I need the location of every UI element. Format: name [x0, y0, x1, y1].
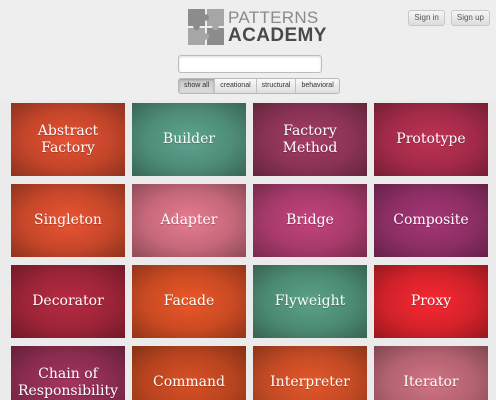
puzzle-logo-icon [188, 9, 224, 45]
pattern-tile-label: Builder [162, 131, 216, 147]
search-input[interactable] [178, 55, 322, 73]
pattern-tile-command[interactable]: Command [132, 346, 246, 400]
pattern-tile-label: Facade [163, 293, 215, 309]
logo-line2: ACADEMY [228, 25, 327, 46]
pattern-tile-decorator[interactable]: Decorator [11, 265, 125, 338]
pattern-tile-label: Flyweight [274, 293, 346, 309]
pattern-tile-composite[interactable]: Composite [374, 184, 488, 257]
pattern-tile-label: Command [152, 374, 226, 390]
pattern-tile-label: Chain of Responsibility [17, 365, 118, 399]
pattern-tile-label: Singleton [34, 212, 102, 228]
sign-in-button[interactable]: Sign in [408, 10, 445, 26]
filter-behavioral[interactable]: behavioral [296, 79, 339, 93]
pattern-tile-label: Prototype [396, 131, 466, 147]
pattern-tile-iterator[interactable]: Iterator [374, 346, 488, 400]
pattern-tile-flyweight[interactable]: Flyweight [253, 265, 367, 338]
pattern-tile-prototype[interactable]: Prototype [374, 103, 488, 176]
filter-show-all[interactable]: show all [179, 79, 216, 93]
pattern-tile-facade[interactable]: Facade [132, 265, 246, 338]
logo[interactable]: PATTERNS ACADEMY [188, 9, 327, 45]
pattern-tile-label: Iterator [403, 374, 459, 390]
filter-creational[interactable]: creational [215, 79, 257, 93]
filter-group: show all creational structural behavioral [178, 78, 340, 94]
pattern-tile-label: Adapter [160, 212, 218, 228]
pattern-tile-proxy[interactable]: Proxy [374, 265, 488, 338]
pattern-tile-chain-of-responsibility[interactable]: Chain of Responsibility [11, 346, 125, 400]
pattern-tile-singleton[interactable]: Singleton [11, 184, 125, 257]
pattern-tile-abstract-factory[interactable]: Abstract Factory [11, 103, 125, 176]
pattern-tile-label: Bridge [286, 212, 334, 228]
pattern-tile-interpreter[interactable]: Interpreter [253, 346, 367, 400]
logo-line1: PATTERNS [228, 8, 319, 27]
pattern-tile-label: Interpreter [270, 374, 350, 390]
pattern-tile-label: Composite [393, 212, 469, 228]
sign-up-button[interactable]: Sign up [450, 10, 490, 26]
pattern-tile-factory-method[interactable]: Factory Method [253, 103, 367, 176]
pattern-tile-adapter[interactable]: Adapter [132, 184, 246, 257]
pattern-tile-label: Proxy [410, 293, 452, 309]
pattern-tile-label: Abstract Factory [37, 122, 99, 156]
filter-structural[interactable]: structural [256, 79, 297, 93]
pattern-tile-label: Decorator [32, 293, 104, 309]
pattern-tile-label: Factory Method [282, 122, 338, 156]
pattern-tile-builder[interactable]: Builder [132, 103, 246, 176]
pattern-tile-bridge[interactable]: Bridge [253, 184, 367, 257]
header: PATTERNS ACADEMY Sign in Sign up show al… [0, 0, 496, 100]
